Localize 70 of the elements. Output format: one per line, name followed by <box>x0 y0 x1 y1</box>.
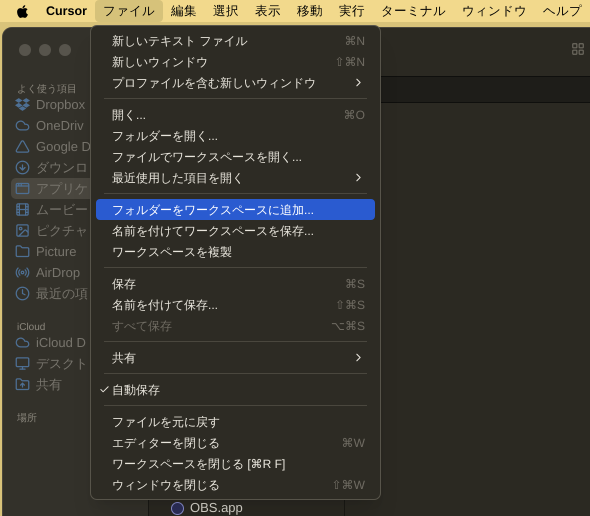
sidebar-label: Dropbox <box>36 96 86 114</box>
shortcut: ⌘O <box>344 106 365 124</box>
shortcut: ⌘S <box>344 276 365 292</box>
app-name[interactable]: Cursor <box>46 2 87 20</box>
sidebar-label: 共有 <box>36 376 62 394</box>
menu-item[interactable]: フォルダーをワークスペースに追加... <box>96 199 375 220</box>
triangle-icon <box>15 139 30 154</box>
apple-icon[interactable] <box>17 4 28 18</box>
shortcut: ⇧⌘S <box>334 296 365 314</box>
download-icon <box>15 160 30 175</box>
menu-item[interactable]: エディターを閉じる ⌘W <box>96 432 375 453</box>
menu-item[interactable]: プロファイルを含む新しいウィンドウ <box>96 72 375 93</box>
box-icon <box>15 97 30 112</box>
sidebar-label: iCloud D <box>36 334 86 352</box>
photo-icon <box>15 223 30 238</box>
film-icon <box>15 202 30 217</box>
menu-item[interactable]: 新しいウィンドウ ⇧⌘N <box>96 51 375 72</box>
grid-view-icon[interactable] <box>571 42 585 56</box>
sidebar-label: Picture <box>36 242 76 261</box>
sidebar-label: ピクチャ <box>36 222 88 240</box>
signal-icon <box>15 265 30 280</box>
sidebar-label: 最近の項 <box>36 284 88 303</box>
menu-item[interactable]: 開く... ⌘O <box>96 104 375 125</box>
menu-item[interactable]: 自動保存 <box>96 379 375 400</box>
menu-item[interactable]: 名前を付けてワークスペースを保存... <box>96 220 375 241</box>
sidebar-label: ムービー <box>36 200 88 219</box>
menu-item[interactable]: ウィンドウを閉じる ⇧⌘W <box>96 474 375 495</box>
sidebar-label: AirDrop <box>36 264 80 282</box>
menu-bar-item[interactable]: 選択 <box>205 0 247 22</box>
shortcut: ⌘N <box>344 32 365 50</box>
menu-item[interactable]: ワークスペースを閉じる [⌘R F] <box>96 453 375 474</box>
menu-item[interactable]: ファイルを元に戻す <box>96 411 375 432</box>
shortcut: ⇧⌘N <box>334 54 365 70</box>
menu-bar-item[interactable]: 移動 <box>289 0 331 22</box>
sidebar-label: OneDriv <box>36 116 84 135</box>
folder-icon <box>15 377 30 392</box>
sidebar-label: Google D <box>36 138 91 156</box>
window-control[interactable] <box>19 44 31 56</box>
cloud-icon <box>15 118 30 133</box>
app-icon <box>171 502 184 514</box>
menu-bar-item[interactable]: ファイル <box>95 0 163 22</box>
menu-bar-item[interactable]: ヘルプ <box>535 0 590 22</box>
menu-bar-item[interactable]: 実行 <box>331 0 373 22</box>
file-name[interactable]: OBS.app <box>190 498 243 516</box>
section-title: iCloud <box>17 322 46 333</box>
menu-item[interactable]: ファイルでワークスペースを開く... <box>96 146 375 167</box>
cloud-icon <box>15 335 30 350</box>
menu-item[interactable]: 新しいテキスト ファイル ⌘N <box>96 30 375 51</box>
folder-icon <box>15 244 30 259</box>
menu-item[interactable]: 保存 ⌘S <box>96 273 375 294</box>
monitor-icon <box>15 356 30 371</box>
menu-item[interactable]: フォルダーを開く... <box>96 125 375 146</box>
shortcut: ⇧⌘W <box>332 476 365 494</box>
shortcut: ⌥⌘S <box>330 318 365 334</box>
app-icon <box>15 181 30 196</box>
sidebar-label: デスクト <box>36 354 88 373</box>
window-control[interactable] <box>39 44 51 56</box>
sidebar-label: ダウンロ <box>36 158 88 177</box>
clock-icon <box>15 286 30 301</box>
menu-item[interactable]: 名前を付けて保存... ⇧⌘S <box>96 294 375 315</box>
window-control[interactable] <box>59 44 71 56</box>
check-icon <box>99 384 110 395</box>
shortcut: ⌘W <box>342 434 365 452</box>
menu-bar-item[interactable]: 編集 <box>163 0 205 22</box>
menu-bar-item[interactable]: ウィンドウ <box>454 0 535 22</box>
section-title: よく使う項目 <box>17 84 77 95</box>
menu-item[interactable]: ワークスペースを複製 <box>96 241 375 262</box>
menu-bar-item[interactable]: 表示 <box>247 0 289 22</box>
menu-bar-item[interactable]: ターミナル <box>373 0 454 22</box>
section-title: 場所 <box>17 413 37 424</box>
